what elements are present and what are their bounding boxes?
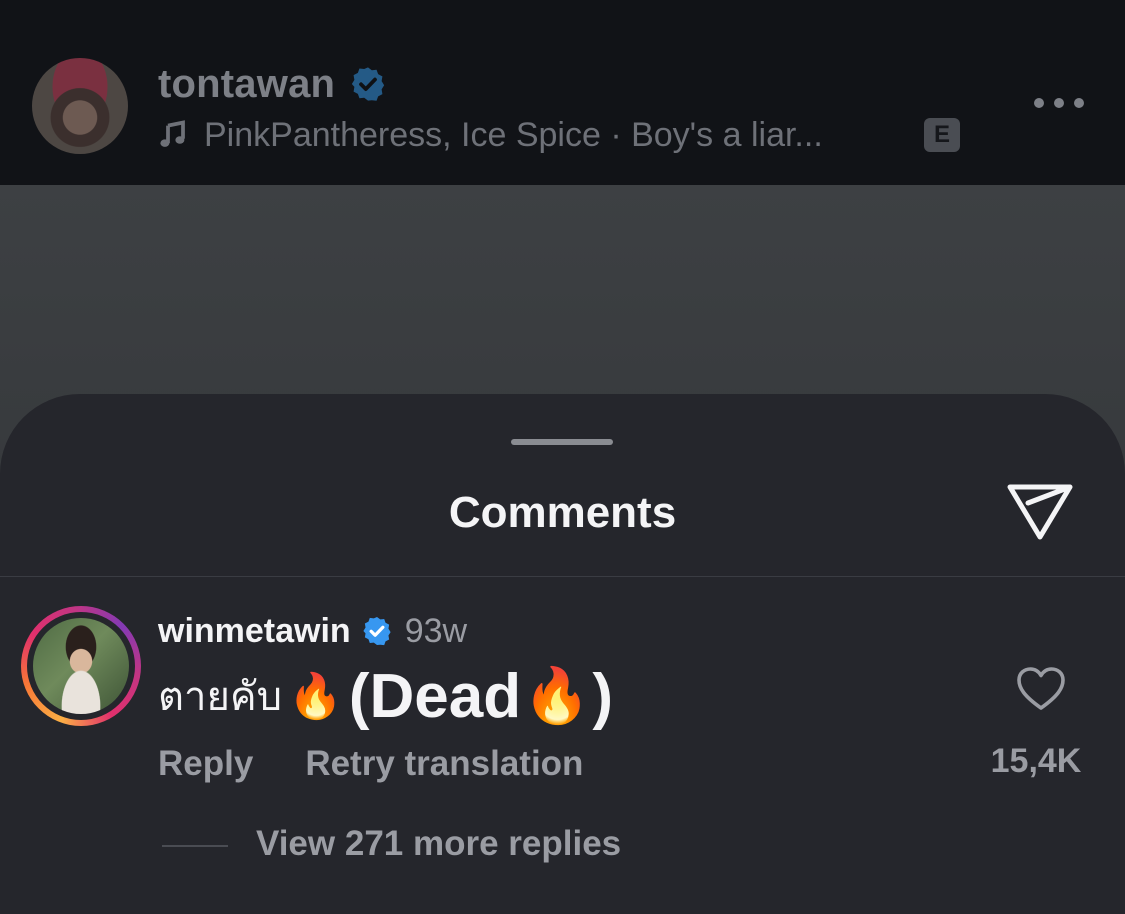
heart-icon[interactable] <box>1016 666 1066 712</box>
fire-emoji: 🔥 <box>523 665 591 726</box>
view-more-replies-button[interactable]: View 271 more replies <box>256 824 621 868</box>
music-note-icon <box>158 120 188 150</box>
comment-meta: winmetawin 93w <box>158 608 467 654</box>
verified-badge-icon <box>361 615 393 647</box>
post-header: tontawan PinkPantheress, Ice Spice · Boy… <box>0 0 1125 185</box>
explicit-badge: E <box>924 118 960 152</box>
comment-text-translation-close: ) <box>592 661 613 731</box>
send-icon[interactable] <box>1004 479 1076 543</box>
post-username[interactable]: tontawan <box>158 62 335 107</box>
like-count: 15,4K <box>990 742 1082 780</box>
retry-translation-button[interactable]: Retry translation <box>305 744 583 784</box>
commenter-username[interactable]: winmetawin <box>158 612 351 651</box>
commenter-avatar[interactable] <box>33 618 129 714</box>
post-author-avatar[interactable] <box>32 58 128 154</box>
comment-text-thai: ตายคับ <box>158 675 283 719</box>
post-audio-label: PinkPantheress, Ice Spice · Boy's a liar… <box>204 115 823 154</box>
sheet-divider <box>0 576 1125 577</box>
comment-text: ตายคับ 🔥 (Dead 🔥 ) <box>158 656 613 736</box>
comment-text-translation-open: (Dead <box>348 661 522 731</box>
fire-emoji: 🔥 <box>288 672 343 721</box>
comment-timestamp: 93w <box>404 611 468 650</box>
comments-title: Comments <box>448 488 677 537</box>
reply-button[interactable]: Reply <box>158 744 253 784</box>
post-audio-track[interactable]: PinkPantheress, Ice Spice · Boy's a liar… <box>158 112 823 158</box>
comment-actions: Reply Retry translation <box>158 742 583 786</box>
sheet-grab-handle[interactable] <box>511 439 613 445</box>
more-options-icon[interactable] <box>1034 92 1084 114</box>
verified-badge-icon <box>349 65 387 103</box>
post-author[interactable]: tontawan <box>158 60 387 108</box>
replies-divider <box>162 845 228 847</box>
